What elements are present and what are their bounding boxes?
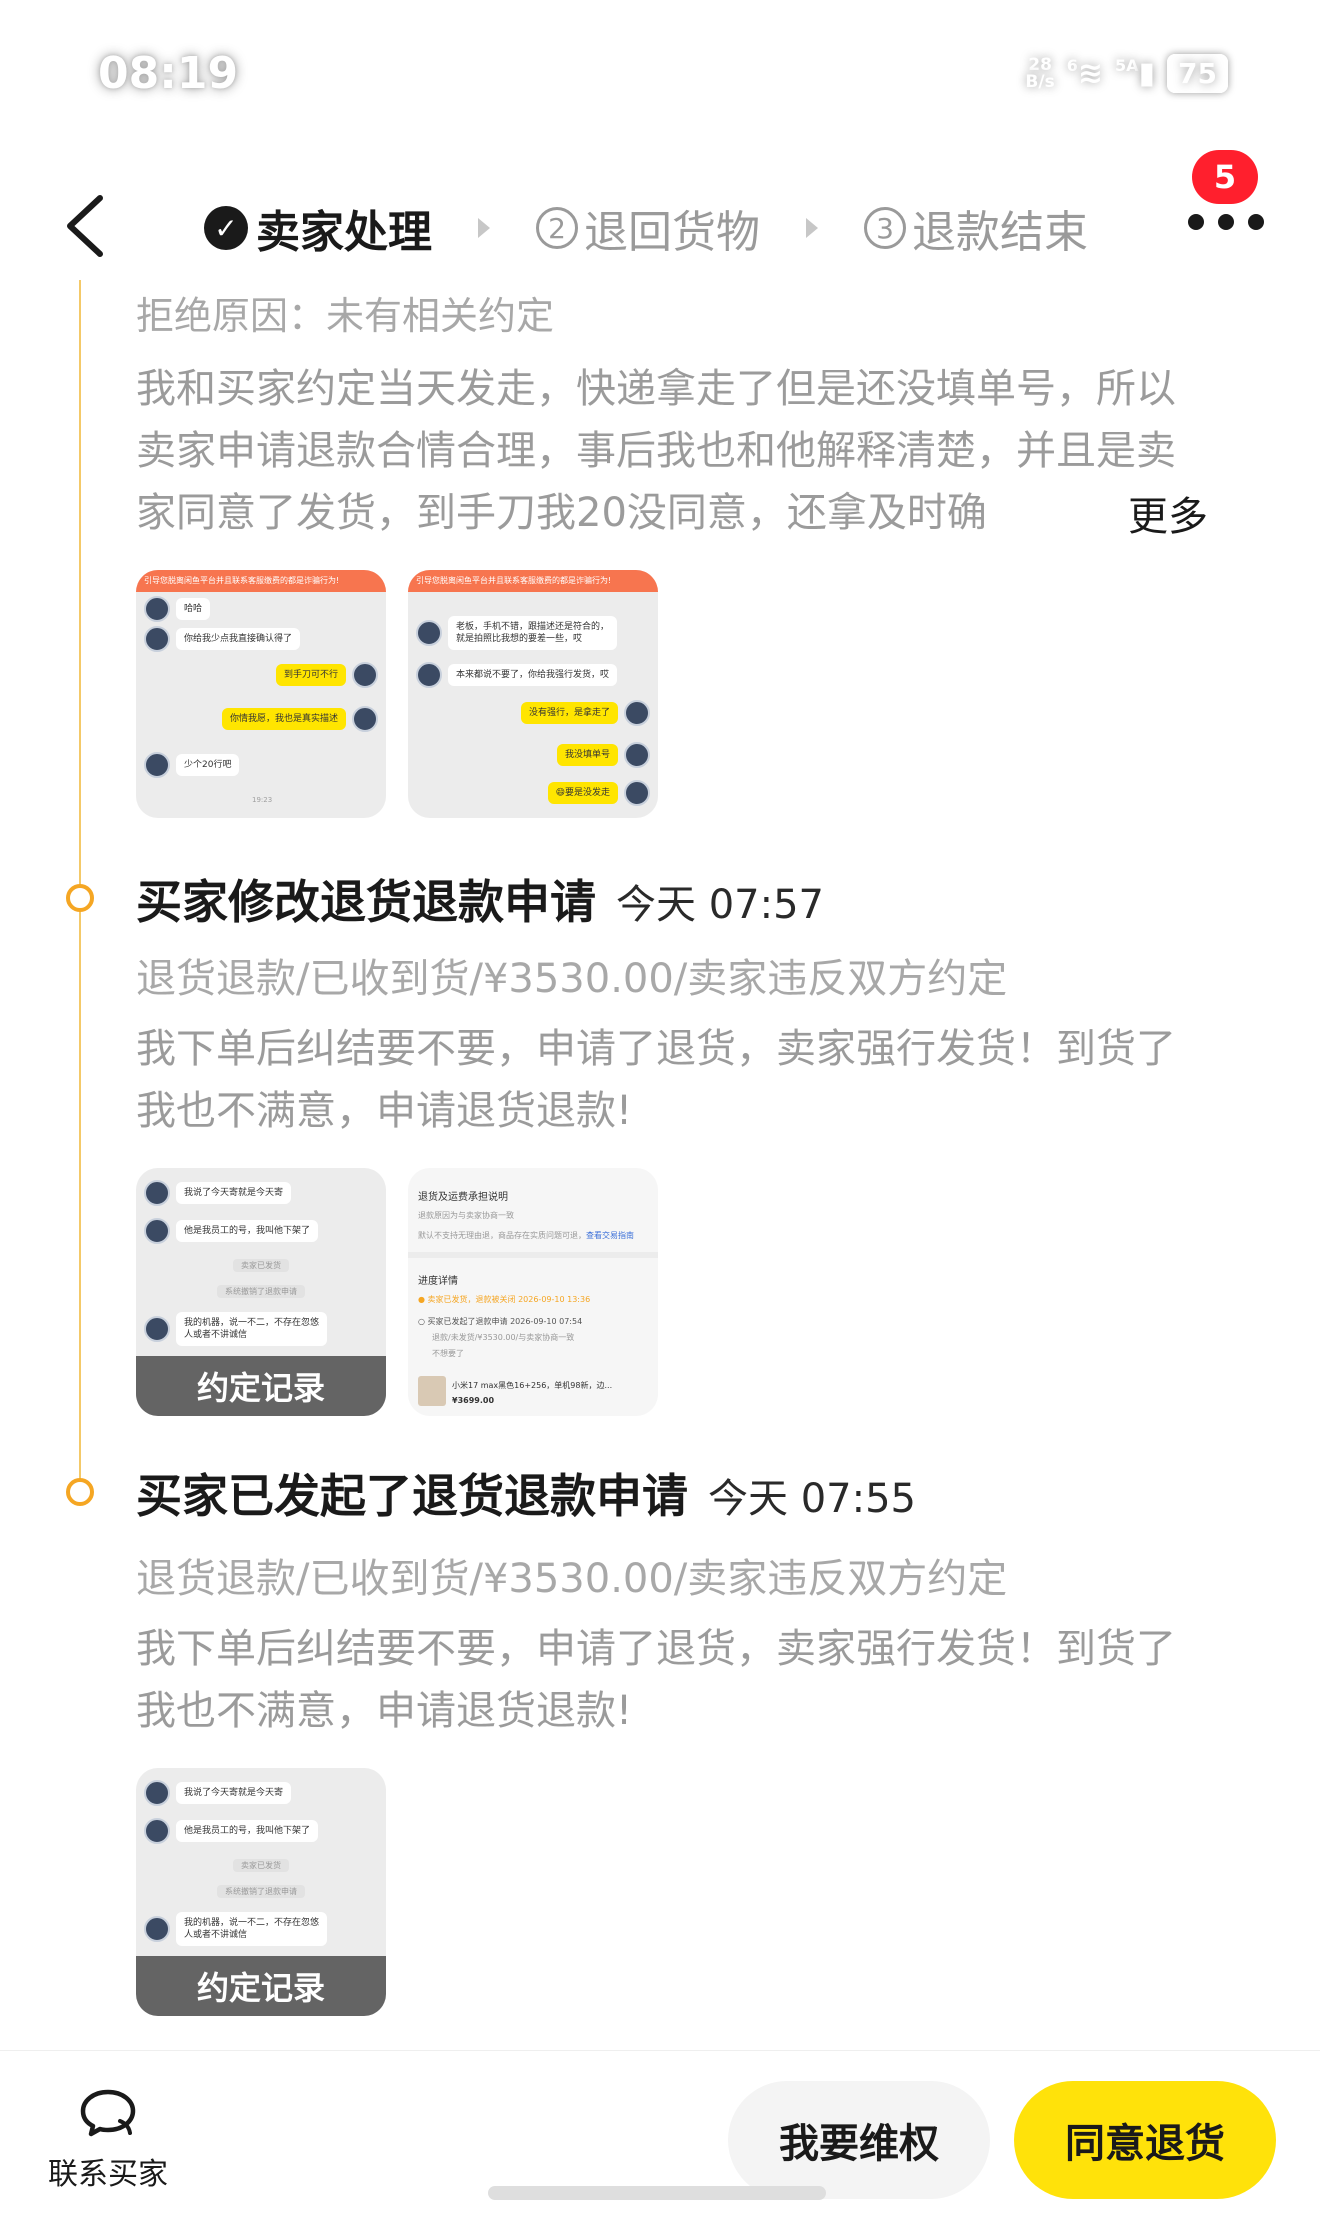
event-subtitle: 退货退款/已收到货/¥3530.00/卖家违反双方约定 [136,956,1008,1002]
step-refund-done: 3 退款结束 [864,196,1088,260]
back-arrow-icon[interactable] [62,194,110,258]
cell-signal-icon: 5A▮ [1115,56,1156,91]
avatar [144,626,170,652]
avatar [416,662,442,688]
top-nav: ✓ 卖家处理 2 退回货物 3 退款结束 5 [0,150,1320,280]
product-image [418,1376,446,1406]
evidence-thumbnail[interactable]: 退货及运费承担说明 退款原因为与卖家协商一致 默认不支持无理由退，商品存在实质问… [408,1168,658,1416]
timeline-dot [66,1478,94,1506]
avatar [352,662,378,688]
bottom-action-bar: 联系买家 我要维权 同意退货 [0,2050,1320,2232]
avatar [416,620,442,646]
status-bar: 08:19 28 B/s 6≋ 5A▮ 75 [0,0,1320,150]
avatar [144,1818,170,1844]
event-title: 买家已发起了退货退款申请 今天 07:55 [136,1469,916,1523]
avatar [352,706,378,732]
battery-icon: 75 [1167,54,1228,93]
agreement-record-label: 约定记录 [136,1956,386,2016]
timeline-dot [66,884,94,912]
avatar [144,1218,170,1244]
event-title: 买家修改退货退款申请 今天 07:57 [136,875,824,929]
evidence-thumbnail[interactable]: 我说了今天寄就是今天寄 他是我员工的号，我叫他下架了 卖家已发货 系统撤销了退款… [136,1168,386,1416]
timeline-line [79,280,81,1480]
agreement-record-label: 约定记录 [136,1356,386,1416]
progress-stepper: ✓ 卖家处理 2 退回货物 3 退款结束 [204,196,1088,260]
chat-bubble-icon [80,2089,136,2137]
step-number-badge: 2 [536,207,578,249]
home-indicator [488,2186,826,2200]
status-icons: 28 B/s 6≋ 5A▮ 75 [1025,54,1228,93]
step-arrow-icon [806,218,818,238]
defend-rights-button[interactable]: 我要维权 [728,2081,990,2199]
avatar [624,700,650,726]
avatar [624,780,650,806]
step-arrow-icon [478,218,490,238]
avatar [144,1316,170,1342]
contact-buyer-button[interactable]: 联系买家 [46,2087,170,2193]
event-description: 我下单后纠结要不要，申请了退货，卖家强行发货！到货了我也不满意，申请退货退款! [136,1626,1176,1734]
evidence-thumbnail[interactable]: 引导您脱离闲鱼平台并且联系客服缴费的都是诈骗行为! 哈哈 你给我少点我直接确认得… [136,570,386,818]
step-number-badge: 3 [864,207,906,249]
notification-badge: 5 [1192,150,1258,204]
event-subtitle: 退货退款/已收到货/¥3530.00/卖家违反双方约定 [136,1556,1008,1602]
status-time: 08:19 [98,48,239,99]
avatar [144,1780,170,1806]
avatar [144,1180,170,1206]
agree-return-button[interactable]: 同意退货 [1014,2081,1276,2199]
evidence-thumbnail[interactable]: 引导您脱离闲鱼平台并且联系客服缴费的都是诈骗行为! 老板，手机不错，跟描述还是符… [408,570,658,818]
network-speed: 28 B/s [1025,54,1055,92]
check-circle-icon: ✓ [204,206,248,250]
step-return-goods: 2 退回货物 [536,196,760,260]
avatar [144,596,170,622]
wifi-icon: 6≋ [1066,56,1103,91]
evidence-thumbnail[interactable]: 我说了今天寄就是今天寄 他是我员工的号，我叫他下架了 卖家已发货 系统撤销了退款… [136,1768,386,2016]
avatar [624,742,650,768]
step-seller-handling: ✓ 卖家处理 [204,196,432,260]
avatar [144,752,170,778]
more-link[interactable]: 更多 [1118,484,1208,542]
rejection-reason: 拒绝原因：未有相关约定 [136,294,555,333]
event-description: 我下单后纠结要不要，申请了退货，卖家强行发货！到货了我也不满意，申请退货退款! [136,1026,1176,1134]
avatar [144,1916,170,1942]
contact-buyer-label: 联系买家 [48,2157,168,2192]
more-options-icon[interactable] [1188,212,1264,232]
seller-explanation: 我和买家约定当天发走，快递拿走了但是还没填单号，所以卖家申请退款合情合理，事后我… [136,366,1176,536]
